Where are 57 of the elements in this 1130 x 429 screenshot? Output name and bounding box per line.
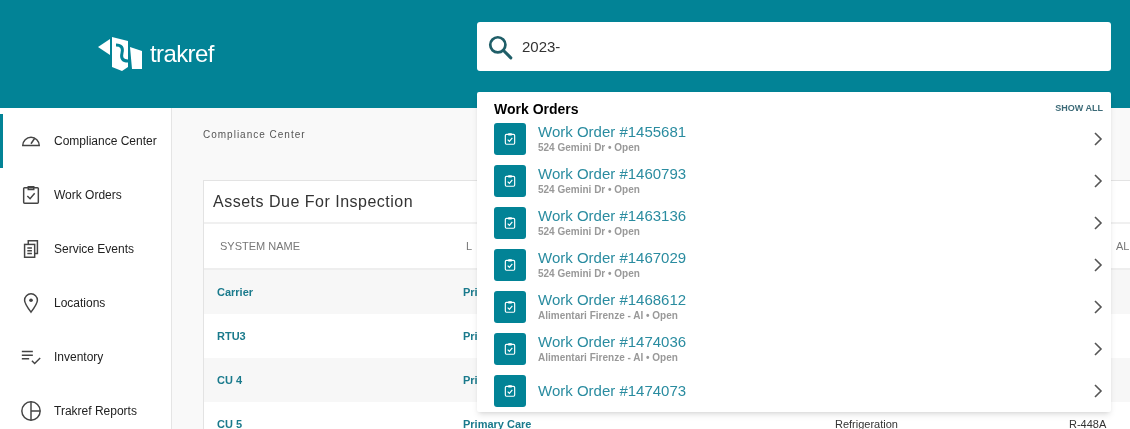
clipboard-icon — [494, 165, 526, 197]
clipboard-icon — [494, 207, 526, 239]
search-result-item[interactable]: Work Order #1455681 524 Gemini Dr • Open — [477, 118, 1111, 160]
search-result-item[interactable]: Work Order #1474036 Alimentari Firenze - AI • Open — [477, 328, 1111, 370]
chevron-right-icon — [1093, 215, 1103, 231]
chevron-right-icon — [1093, 173, 1103, 189]
sidebar-item[interactable]: Inventory — [0, 330, 171, 384]
clipboard-icon — [494, 375, 526, 407]
chevron-right-icon — [1093, 341, 1103, 357]
column-header: SYSTEM NAME — [220, 239, 301, 252]
clipboard-icon — [494, 291, 526, 323]
result-subtitle: 524 Gemini Dr • Open — [538, 141, 641, 155]
column-header: AL — [1116, 239, 1130, 252]
clipboard-icon — [494, 249, 526, 281]
sidebar-item[interactable]: Locations — [0, 276, 171, 330]
table-link[interactable]: Carrier — [217, 285, 254, 298]
logo-text: trakref — [150, 39, 214, 69]
search-field[interactable]: 2023- — [477, 22, 1111, 71]
table-link[interactable]: Pri — [463, 373, 478, 386]
table-link[interactable]: CU 4 — [217, 373, 243, 386]
result-title: Work Order #1463136 — [538, 207, 688, 225]
search-result-item[interactable]: Work Order #1474073 — [477, 370, 1111, 412]
result-title: Work Order #1474036 — [538, 333, 688, 351]
sidebar-item[interactable]: Service Events — [0, 222, 171, 276]
clipboard-icon — [494, 123, 526, 155]
column-header: L — [466, 239, 473, 252]
table-link[interactable]: Pri — [463, 329, 478, 342]
clipboard-check-icon — [20, 184, 42, 206]
result-title: Work Order #1455681 — [538, 123, 688, 141]
result-title: Work Order #1460793 — [538, 165, 688, 183]
chevron-right-icon — [1093, 131, 1103, 147]
breadcrumb: Compliance Center — [203, 128, 306, 142]
result-subtitle: 524 Gemini Dr • Open — [538, 183, 641, 197]
search-result-item[interactable]: Work Order #1467029 524 Gemini Dr • Open — [477, 244, 1111, 286]
logo-icon — [98, 37, 144, 71]
table-link[interactable]: Pri — [463, 285, 478, 298]
result-subtitle: 524 Gemini Dr • Open — [538, 225, 641, 239]
chevron-right-icon — [1093, 299, 1103, 315]
result-subtitle: 524 Gemini Dr • Open — [538, 267, 641, 281]
search-result-item[interactable]: Work Order #1468612 Alimentari Firenze - AI • Open — [477, 286, 1111, 328]
result-subtitle: Alimentari Firenze - AI • Open — [538, 351, 679, 365]
sidebar-item[interactable]: Trakref Reports — [0, 384, 171, 429]
sidebar-item[interactable]: Work Orders — [0, 168, 171, 222]
section-heading: Work Orders — [494, 99, 579, 119]
clipboard-icon — [494, 333, 526, 365]
result-title: Work Order #1468612 — [538, 291, 688, 309]
result-subtitle: Alimentari Firenze - AI • Open — [538, 309, 679, 323]
result-title: Work Order #1467029 — [538, 249, 688, 267]
pie-chart-icon — [20, 400, 42, 422]
search-icon — [487, 34, 513, 60]
table-cell: R-448A — [1069, 417, 1107, 429]
chevron-right-icon — [1093, 257, 1103, 273]
chevron-right-icon — [1093, 383, 1103, 399]
table-link[interactable]: RTU3 — [217, 329, 246, 342]
show-all-link[interactable]: SHOW ALL — [1055, 102, 1103, 116]
result-title: Work Order #1474073 — [538, 382, 688, 400]
table-link[interactable]: CU 5 — [217, 417, 243, 429]
